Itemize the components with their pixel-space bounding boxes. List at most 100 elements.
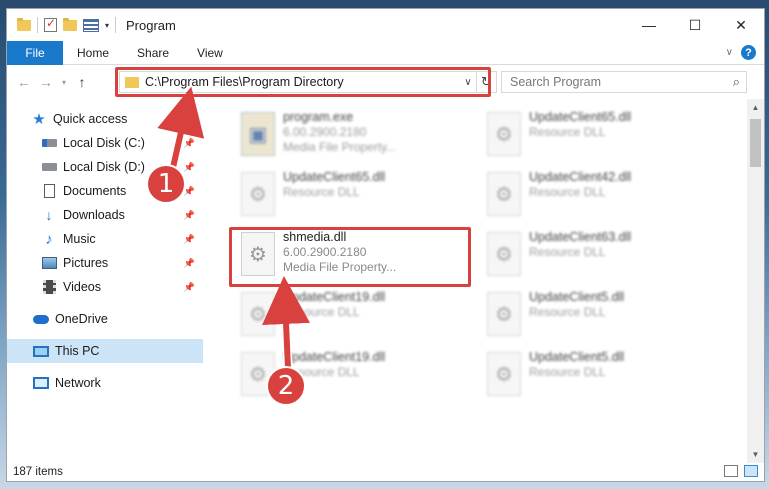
content-area: ★ Quick access Local Disk (C:) 📌 Local D… xyxy=(7,99,764,463)
videos-icon xyxy=(41,280,57,294)
forward-arrow-icon[interactable]: → xyxy=(35,74,57,90)
sidebar-item-quick-access[interactable]: ★ Quick access xyxy=(7,107,203,131)
file-name: UpdateClient19.dll xyxy=(283,290,386,304)
file-highlight-box xyxy=(229,227,471,287)
file-name: UpdateClient5.dll xyxy=(529,290,625,304)
search-input[interactable]: Search Program ⌕ xyxy=(501,71,747,93)
ribbon: File Home Share View ∨ ? xyxy=(7,40,764,65)
network-icon xyxy=(33,376,49,390)
sidebar-item-label: Music xyxy=(63,232,96,246)
folder-icon xyxy=(17,17,31,31)
window-title: Program xyxy=(126,17,176,33)
sidebar-item-label: Videos xyxy=(63,280,101,294)
recent-dropdown-icon[interactable]: ▾ xyxy=(57,78,71,87)
sidebar-item-local-disk-c[interactable]: Local Disk (C:) 📌 xyxy=(7,131,203,155)
file-type: Resource DLL xyxy=(529,245,606,259)
documents-icon xyxy=(41,184,57,198)
computer-icon xyxy=(33,344,49,358)
music-icon: ♪ xyxy=(45,230,53,248)
file-item[interactable]: ▣ program.exe 6.00.2900.2180 Media File … xyxy=(233,107,473,163)
scroll-up-icon[interactable]: ▲ xyxy=(747,99,764,116)
dll-icon: ⚙ xyxy=(487,232,521,276)
file-item[interactable]: ⚙ UpdateClient19.dll Resource DLL xyxy=(233,287,473,343)
new-folder-icon[interactable] xyxy=(63,17,77,31)
file-name: UpdateClient5.dll xyxy=(529,350,625,364)
item-count: 187 items xyxy=(13,466,63,478)
file-meta: UpdateClient5.dll Resource DLL xyxy=(529,287,624,343)
sidebar-item-network[interactable]: Network xyxy=(7,371,203,395)
pin-icon[interactable]: 📌 xyxy=(184,138,195,149)
file-list: ▣ program.exe 6.00.2900.2180 Media File … xyxy=(207,99,747,463)
file-item[interactable]: ⚙ UpdateClient5.dll Resource DLL xyxy=(479,287,719,343)
callout-1: 1 xyxy=(146,164,186,204)
file-item[interactable]: ⚙ UpdateClient65.dll Resource DLL xyxy=(233,167,473,223)
ribbon-right: ∨ ? xyxy=(726,45,756,60)
dll-icon: ⚙ xyxy=(487,292,521,336)
file-item[interactable]: ⚙ UpdateClient42.dll Resource DLL xyxy=(479,167,719,223)
pin-icon[interactable]: 📌 xyxy=(184,282,195,293)
minimize-button[interactable]: — xyxy=(626,9,672,41)
drive-icon xyxy=(41,136,57,150)
file-item[interactable]: ⚙ UpdateClient63.dll Resource DLL xyxy=(479,227,719,283)
tab-share[interactable]: Share xyxy=(123,46,183,60)
pin-icon[interactable]: 📌 xyxy=(184,258,195,269)
expand-ribbon-icon[interactable]: ∨ xyxy=(726,47,733,58)
sidebar-item-label: Local Disk (D:) xyxy=(63,160,145,174)
file-name: UpdateClient63.dll xyxy=(529,230,632,244)
address-highlight-box xyxy=(115,67,491,97)
file-type: Resource DLL xyxy=(283,185,360,199)
sidebar-item-this-pc[interactable]: This PC xyxy=(7,339,203,363)
properties-icon[interactable] xyxy=(44,16,57,32)
sidebar-item-label: OneDrive xyxy=(55,312,108,326)
pin-icon[interactable]: 📌 xyxy=(184,162,195,173)
back-arrow-icon[interactable]: ← xyxy=(13,74,35,90)
file-meta: UpdateClient42.dll Resource DLL xyxy=(529,167,631,223)
star-icon: ★ xyxy=(32,111,46,128)
dll-icon: ⚙ xyxy=(487,172,521,216)
maximize-button[interactable]: ☐ xyxy=(672,9,718,41)
file-meta: UpdateClient19.dll Resource DLL xyxy=(283,287,385,343)
file-type: Resource DLL xyxy=(283,305,360,319)
sidebar-item-onedrive[interactable]: OneDrive xyxy=(7,307,203,331)
file-type: Resource DLL xyxy=(529,185,606,199)
file-item[interactable]: ⚙ UpdateClient5.dll Resource DLL xyxy=(479,347,719,403)
sidebar-item-videos[interactable]: Videos 📌 xyxy=(7,275,203,299)
tab-file[interactable]: File xyxy=(7,40,63,65)
pin-icon[interactable]: 📌 xyxy=(184,210,195,221)
view-icon[interactable] xyxy=(83,18,99,32)
navigation-pane: ★ Quick access Local Disk (C:) 📌 Local D… xyxy=(7,99,204,463)
divider xyxy=(115,17,117,33)
divider xyxy=(37,17,38,33)
dll-icon: ⚙ xyxy=(487,352,521,396)
file-name: UpdateClient19.dll xyxy=(283,350,386,364)
quick-access-toolbar: ▾ xyxy=(7,16,117,33)
sidebar-item-label: This PC xyxy=(55,344,100,358)
file-meta: UpdateClient5.dll Resource DLL xyxy=(529,347,624,403)
tab-home[interactable]: Home xyxy=(63,46,123,60)
sidebar-item-label: Documents xyxy=(63,184,127,198)
explorer-window: ▾ Program — ☐ ✕ File Home Share View ∨ ?… xyxy=(6,8,765,482)
dll-icon: ⚙ xyxy=(241,292,275,336)
pin-icon[interactable]: 📌 xyxy=(184,234,195,245)
sidebar-item-downloads[interactable]: ↓ Downloads 📌 xyxy=(7,203,203,227)
details-view-icon[interactable] xyxy=(724,465,738,477)
file-item[interactable]: ⚙ UpdateClient65.dll Resource DLL xyxy=(479,107,719,163)
pictures-icon xyxy=(41,256,57,270)
file-meta: program.exe 6.00.2900.2180 Media File Pr… xyxy=(283,107,396,163)
sidebar-item-label: Network xyxy=(55,376,101,390)
tab-view[interactable]: View xyxy=(183,46,237,60)
qa-dropdown-icon[interactable]: ▾ xyxy=(105,21,109,30)
tiles-view-icon[interactable] xyxy=(744,465,758,477)
search-placeholder: Search Program xyxy=(510,75,602,89)
scroll-down-icon[interactable]: ▼ xyxy=(747,446,764,463)
sidebar-item-music[interactable]: ♪ Music 📌 xyxy=(7,227,203,251)
file-type: Resource DLL xyxy=(529,365,606,379)
vertical-scrollbar[interactable]: ▲ ▼ xyxy=(747,99,764,463)
up-arrow-icon[interactable]: ↑ xyxy=(71,74,93,90)
file-name: UpdateClient42.dll xyxy=(529,170,632,184)
help-icon[interactable]: ? xyxy=(741,45,756,60)
view-toggles xyxy=(724,465,758,477)
close-button[interactable]: ✕ xyxy=(718,9,764,41)
scroll-thumb[interactable] xyxy=(750,119,761,167)
sidebar-item-pictures[interactable]: Pictures 📌 xyxy=(7,251,203,275)
